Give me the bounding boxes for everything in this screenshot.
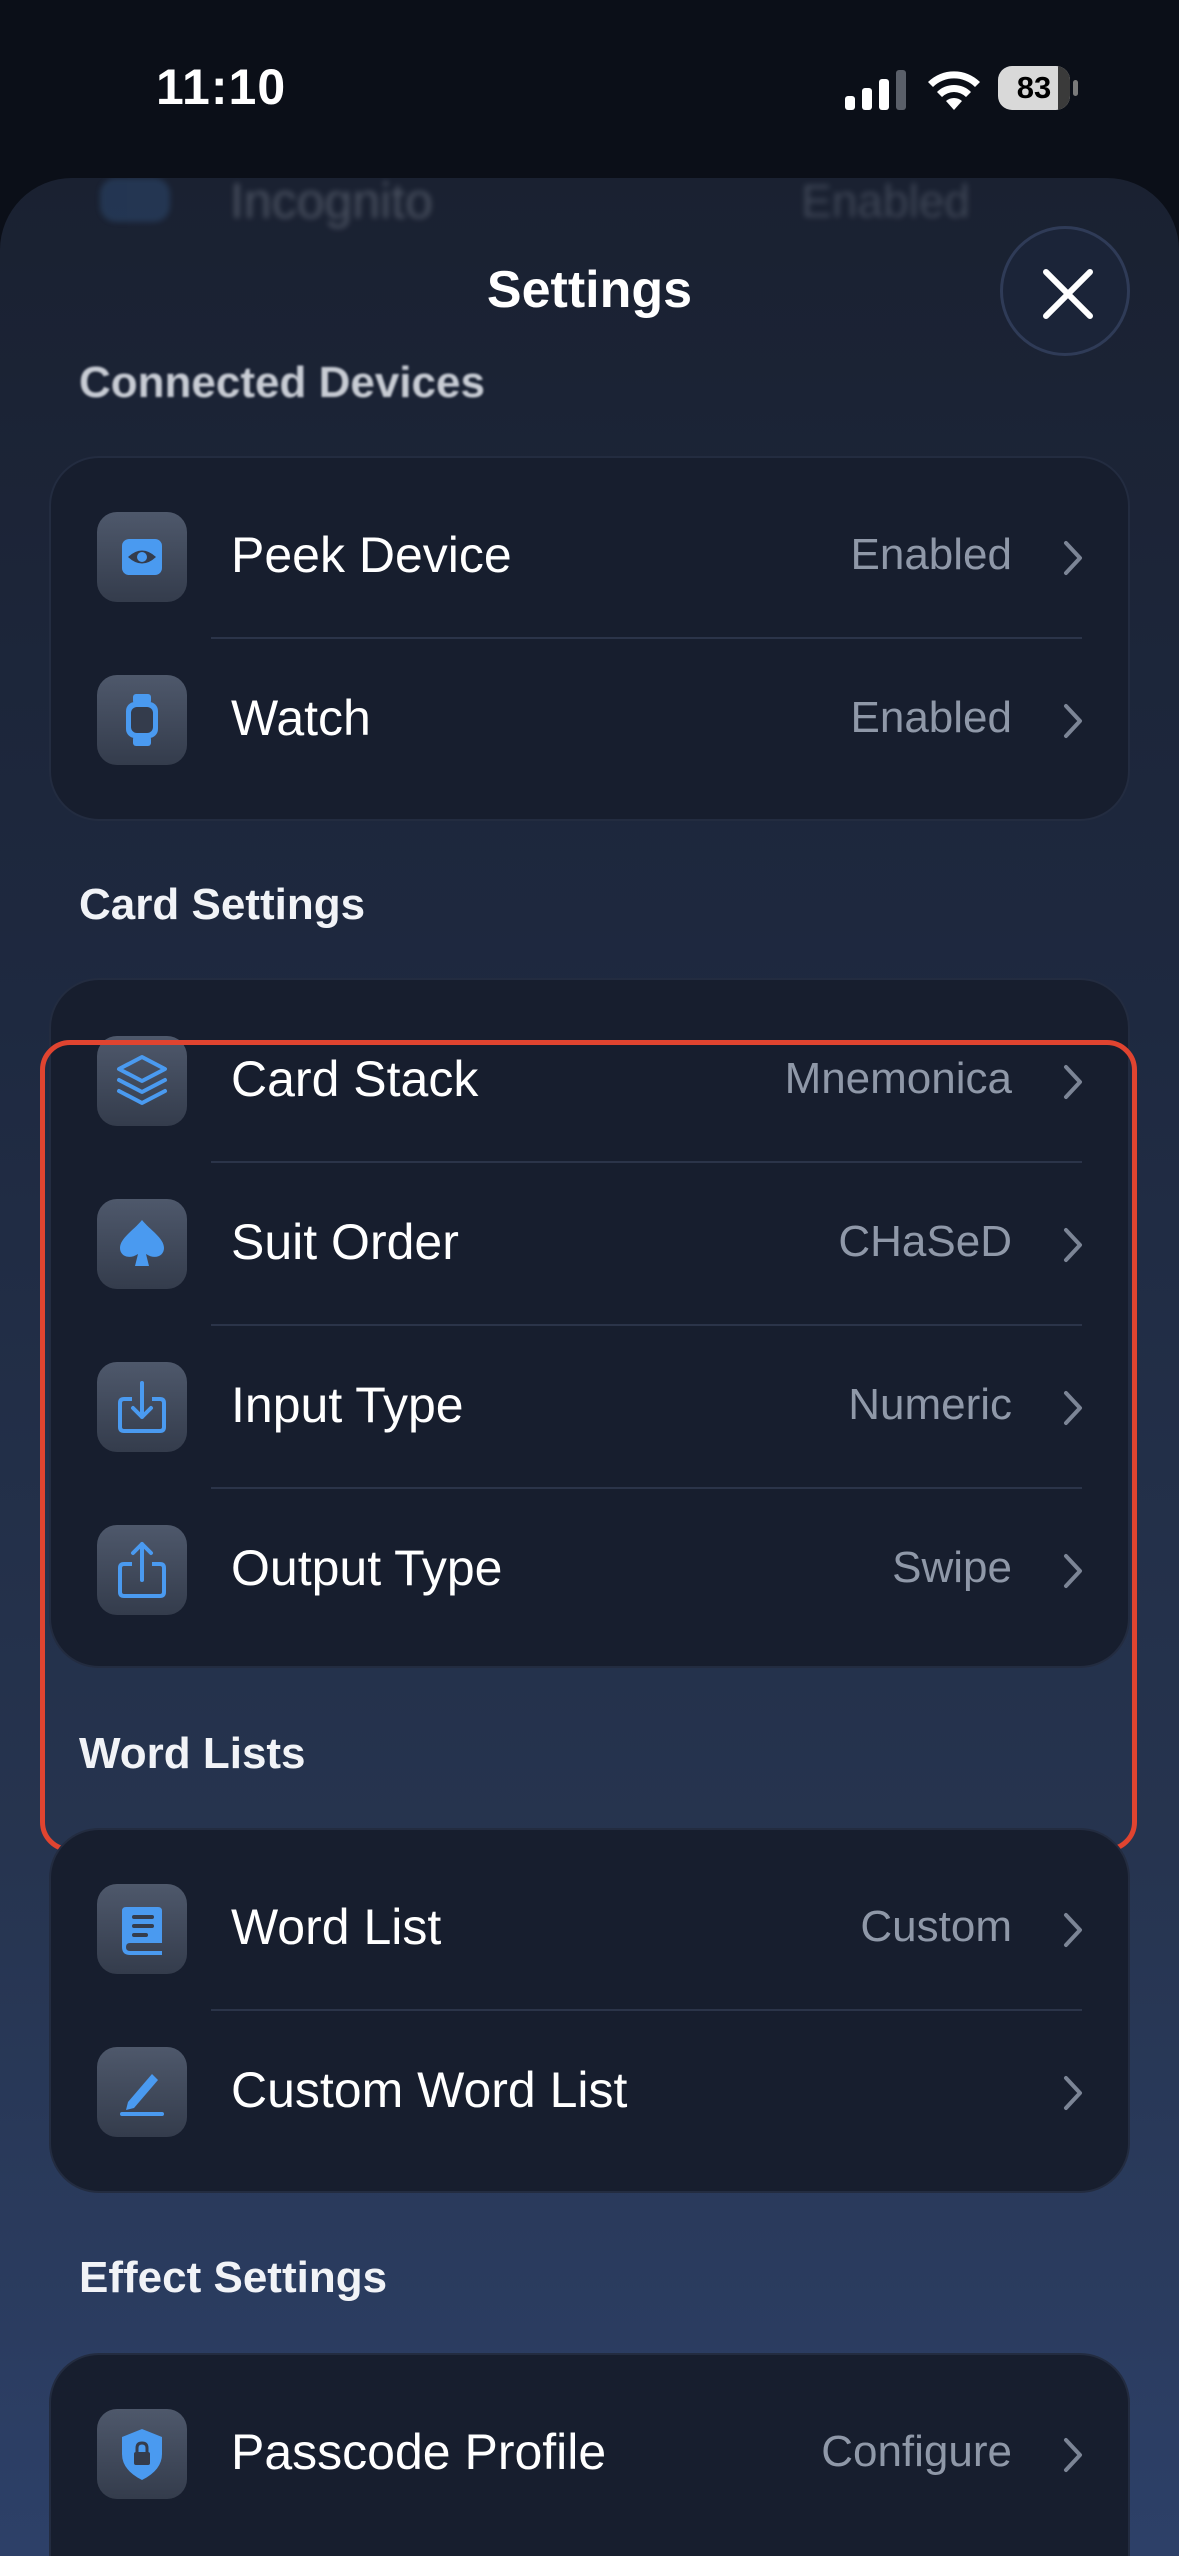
row-value: Numeric [848,1380,1012,1429]
chevron-right-icon [1064,1228,1082,1262]
section-header-effect-settings: Effect Settings [79,2253,388,2302]
row-value: CHaSeD [838,1217,1012,1266]
row-label: Suit Order [231,1214,459,1270]
battery-icon: 83 [998,66,1078,110]
row-value: Enabled [850,693,1012,742]
status-bar: 11:10 83 [0,0,1179,170]
chevron-right-icon [1064,704,1082,738]
row-value: Mnemonica [784,1054,1012,1103]
section-header-word-lists: Word Lists [79,1729,306,1778]
row-label: Output Type [231,1540,503,1596]
close-icon [1043,269,1093,319]
status-time: 11:10 [156,59,287,115]
settings-row-custom-word-list[interactable]: Custom Word List [51,2011,1132,2174]
book-icon [97,1884,187,1974]
close-button[interactable] [1000,226,1130,356]
row-value: Configure [821,2427,1012,2476]
chevron-right-icon [1064,1065,1082,1099]
settings-row-word-list[interactable]: Word List Custom [51,1848,1132,2011]
share-icon [97,1525,187,1615]
settings-sheet: Incognito Enabled Settings Connected Dev… [0,178,1179,2556]
incognito-icon [100,178,170,222]
spade-icon [97,1199,187,1289]
connected-devices-group: Peek Device Enabled Watch Enabled [49,456,1130,821]
chevron-right-icon [1064,1391,1082,1425]
cellular-signal-icon [845,70,906,110]
settings-row-suit-order[interactable]: Suit Order CHaSeD [51,1163,1132,1326]
effect-settings-group: Passcode Profile Configure [49,2353,1130,2556]
row-value: Custom [860,1902,1012,1951]
row-label: Word List [231,1899,442,1955]
wifi-icon [928,71,980,110]
pencil-icon [97,2047,187,2137]
background-row-label: Incognito [230,178,433,229]
row-label: Peek Device [231,527,512,583]
lock-shield-icon [97,2409,187,2499]
eye-icon [97,512,187,602]
watch-icon [97,675,187,765]
row-label: Watch [231,690,371,746]
card-settings-group: Card Stack Mnemonica Suit Order CHaSeD I… [49,978,1130,1668]
settings-row-card-stack[interactable]: Card Stack Mnemonica [51,1000,1132,1163]
row-label: Custom Word List [231,2062,628,2118]
row-value: Swipe [892,1543,1012,1592]
row-value: Enabled [850,530,1012,579]
word-lists-group: Word List Custom Custom Word List [49,1828,1130,2193]
settings-row-peek-device[interactable]: Peek Device Enabled [51,476,1132,639]
download-icon [97,1362,187,1452]
background-list-row: Incognito Enabled [100,178,1080,229]
settings-row-passcode-profile[interactable]: Passcode Profile Configure [51,2373,1132,2536]
battery-percentage: 83 [1016,70,1052,105]
section-header-card-settings: Card Settings [79,880,366,929]
settings-row-output-type[interactable]: Output Type Swipe [51,1489,1132,1652]
chevron-right-icon [1064,1913,1082,1947]
section-header-connected-devices: Connected Devices [79,358,485,407]
row-label: Card Stack [231,1051,479,1107]
chevron-right-icon [1064,541,1082,575]
settings-row-input-type[interactable]: Input Type Numeric [51,1326,1132,1489]
chevron-right-icon [1064,2076,1082,2110]
chevron-right-icon [1064,1554,1082,1588]
row-label: Passcode Profile [231,2424,607,2480]
row-label: Input Type [231,1377,464,1433]
settings-row-watch[interactable]: Watch Enabled [51,639,1132,802]
chevron-right-icon [1064,2438,1082,2472]
stack-layers-icon [97,1036,187,1126]
background-row-value: Enabled [801,178,970,227]
